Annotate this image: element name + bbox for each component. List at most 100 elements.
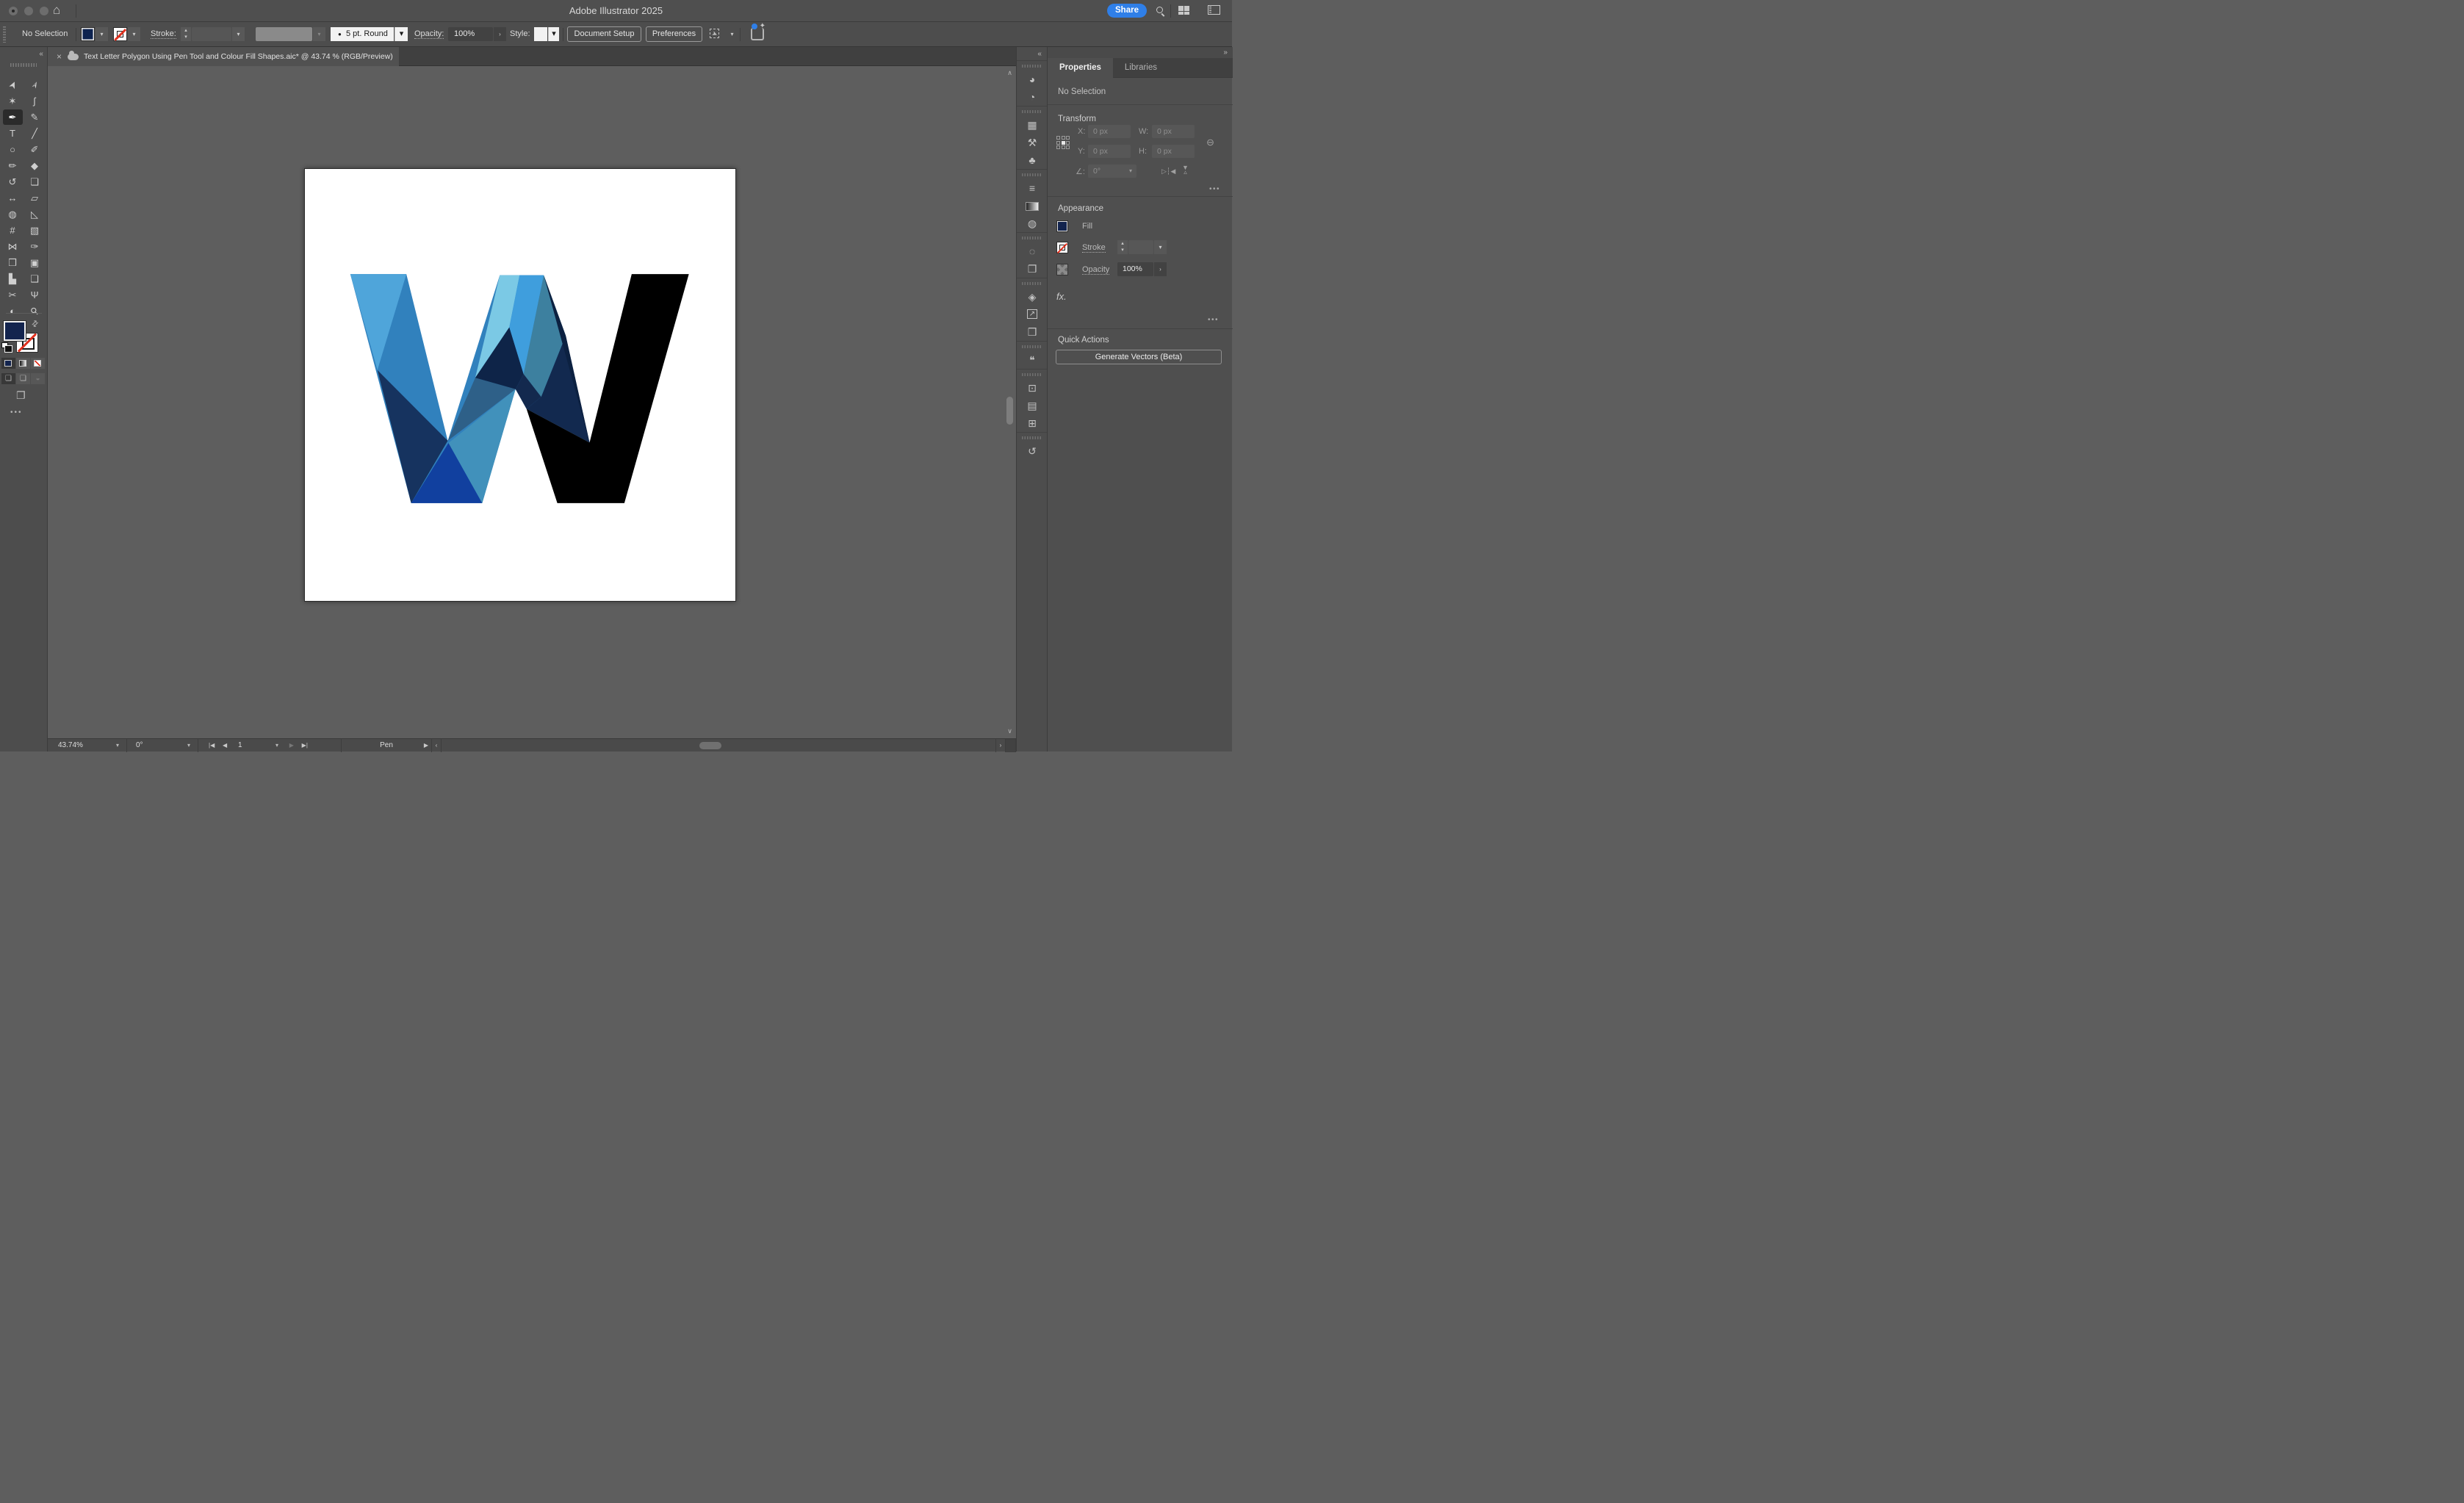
status-menu-arrow-icon[interactable]: ▶ [424, 739, 428, 752]
dock-group-grip[interactable] [1017, 278, 1048, 288]
screen-mode-icon[interactable]: ❐ [16, 389, 26, 402]
swatches-panel-icon[interactable]: ▦ [1017, 116, 1048, 134]
select-similar-dropdown[interactable]: ▾ [726, 27, 738, 41]
zoom-tool[interactable]: ⚲ [25, 303, 45, 319]
document-setup-button[interactable]: Document Setup [567, 26, 641, 42]
generate-vectors-button[interactable]: Generate Vectors (Beta) [1056, 350, 1222, 364]
vertical-scroll-thumb[interactable] [1006, 397, 1013, 425]
eraser-tool[interactable]: ◆ [25, 158, 45, 173]
history-panel-icon[interactable]: ↺ [1017, 442, 1048, 460]
fill-dropdown[interactable]: ▾ [96, 27, 108, 41]
appearance-stroke-swatch[interactable] [1056, 242, 1068, 253]
dock-group-grip[interactable] [1017, 341, 1048, 351]
opacity-menu-arrow[interactable]: › [494, 27, 506, 41]
zoom-dropdown-icon[interactable]: ▾ [116, 739, 119, 752]
artboards-panel-icon[interactable]: ❒ [1017, 323, 1048, 341]
slice-tool[interactable]: ✂ [3, 287, 23, 303]
w-field[interactable]: 0 px [1152, 125, 1195, 138]
default-fill-stroke-icon[interactable] [1, 342, 8, 348]
stroke-panel-dropdown[interactable]: ▾ [1154, 240, 1167, 254]
artboard-number-field[interactable]: 1 ▾ [238, 739, 278, 752]
lasso-tool[interactable]: ʃ [25, 93, 45, 109]
hscroll-right-icon[interactable]: › [995, 739, 1006, 752]
stroke-color-swatch[interactable] [113, 27, 127, 41]
opacity-label[interactable]: Opacity: [414, 29, 444, 39]
draw-behind-button[interactable]: ❏ [16, 373, 30, 384]
stroke-weight-field[interactable] [192, 27, 231, 41]
y-field[interactable]: 0 px [1088, 145, 1131, 158]
generative-ai-icon[interactable]: ✦ [751, 28, 764, 40]
first-artboard-icon[interactable]: |◀ [209, 742, 215, 749]
controlbar-grip[interactable] [3, 26, 6, 43]
appearance-opacity-label[interactable]: Opacity [1082, 265, 1109, 275]
align-panel-icon[interactable]: ▤ [1017, 397, 1048, 414]
free-transform-tool[interactable]: ▱ [25, 190, 45, 206]
pen-tool[interactable]: ✒ [3, 109, 23, 125]
toolbar-grip[interactable] [10, 63, 37, 67]
search-icon[interactable] [1156, 7, 1163, 13]
letter-w-artwork[interactable] [305, 169, 735, 601]
dock-expand-icon[interactable]: ‹‹ [1037, 50, 1041, 58]
fx-button[interactable]: fx. [1056, 291, 1067, 302]
workspace-switcher-icon[interactable] [1178, 6, 1189, 15]
variable-width-dropdown[interactable]: ▾ [313, 27, 325, 41]
panel-collapse-icon[interactable]: ›› [1223, 48, 1227, 57]
gradient-tool[interactable]: ▧ [25, 223, 45, 238]
unlink-dimensions-icon[interactable]: ⊘ [1203, 135, 1217, 149]
appearance-opacity-swatch[interactable] [1056, 264, 1068, 275]
panels-icon[interactable] [1208, 5, 1220, 15]
type-tool[interactable]: T [3, 126, 23, 141]
transform-panel-icon[interactable]: ⊡ [1017, 379, 1048, 397]
appearance-panel-icon[interactable]: ◌ [1017, 242, 1048, 260]
artboard-dropdown-icon[interactable]: ▾ [275, 739, 278, 752]
color-guide-panel-icon[interactable]: ◔ [1017, 88, 1048, 106]
dock-group-grip[interactable] [1017, 60, 1048, 71]
column-graph-tool[interactable]: ▙ [3, 271, 23, 286]
eyedropper-tool[interactable]: ✑ [25, 239, 45, 254]
direct-selection-tool[interactable]: ➢ [25, 77, 45, 93]
rotation-dropdown-icon[interactable]: ▾ [187, 739, 190, 752]
dock-group-grip[interactable] [1017, 232, 1048, 242]
magic-wand-tool[interactable]: ✶ [3, 93, 23, 109]
stroke-dropdown[interactable]: ▾ [128, 27, 140, 41]
artboard[interactable] [304, 168, 736, 602]
paintbrush-tool[interactable]: ✐ [25, 142, 45, 157]
x-field[interactable]: 0 px [1088, 125, 1131, 138]
scale-tool[interactable]: ❏ [25, 174, 45, 190]
gradient-panel-icon[interactable] [1017, 197, 1048, 215]
comments-panel-icon[interactable]: ❝ [1017, 351, 1048, 369]
width-tool[interactable]: ↔ [3, 190, 23, 206]
vertical-scrollbar[interactable]: ∧ ∨ [1005, 66, 1015, 738]
opacity-panel-field[interactable]: 100% [1117, 262, 1153, 276]
artboard-tool[interactable]: ❑ [25, 271, 45, 286]
horizontal-scrollbar[interactable] [450, 741, 995, 750]
variable-width-field[interactable] [256, 27, 312, 41]
rotate-view-tool[interactable]: ◐ [3, 303, 23, 319]
layers-panel-icon[interactable]: ◈ [1017, 288, 1048, 306]
pencil-tool[interactable]: ✏ [3, 158, 23, 173]
draw-normal-button[interactable]: ❏ [1, 373, 15, 384]
export-panel-icon[interactable]: ↗ [1017, 306, 1048, 323]
brush-dropdown[interactable]: ▾ [395, 27, 408, 41]
dock-group-grip[interactable] [1017, 432, 1048, 442]
angle-dropdown-icon[interactable]: ▾ [1129, 165, 1132, 178]
ellipse-tool[interactable]: ○ [3, 142, 23, 157]
rotation-control[interactable]: 0° ▾ [127, 739, 198, 752]
h-field[interactable]: 0 px [1152, 145, 1195, 158]
reference-point-icon[interactable] [1056, 136, 1071, 151]
opacity-panel-arrow[interactable]: › [1154, 262, 1167, 276]
shape-builder-tool[interactable]: ◍ [3, 206, 23, 222]
last-artboard-icon[interactable]: ▶| [302, 742, 308, 749]
appearance-stroke-label[interactable]: Stroke [1082, 243, 1106, 253]
symbol-tool[interactable]: ❒ [3, 255, 23, 270]
symbol-sprayer-tool[interactable]: ▣ [25, 255, 45, 270]
transparency-panel-icon[interactable]: ◍ [1017, 215, 1048, 232]
preferences-button[interactable]: Preferences [646, 26, 702, 42]
zoom-level-control[interactable]: 43.74% ▾ [48, 739, 127, 752]
brush-preset-field[interactable]: ● 5 pt. Round [331, 27, 394, 41]
stroke-panel-icon[interactable]: ≡ [1017, 179, 1048, 197]
flip-vertical-icon[interactable]: ▼▵ [1182, 165, 1189, 174]
pathfinder-panel-icon[interactable]: ⊞ [1017, 414, 1048, 432]
symbols-panel-icon[interactable]: ♣ [1017, 151, 1048, 169]
select-similar-icon[interactable] [710, 29, 719, 38]
